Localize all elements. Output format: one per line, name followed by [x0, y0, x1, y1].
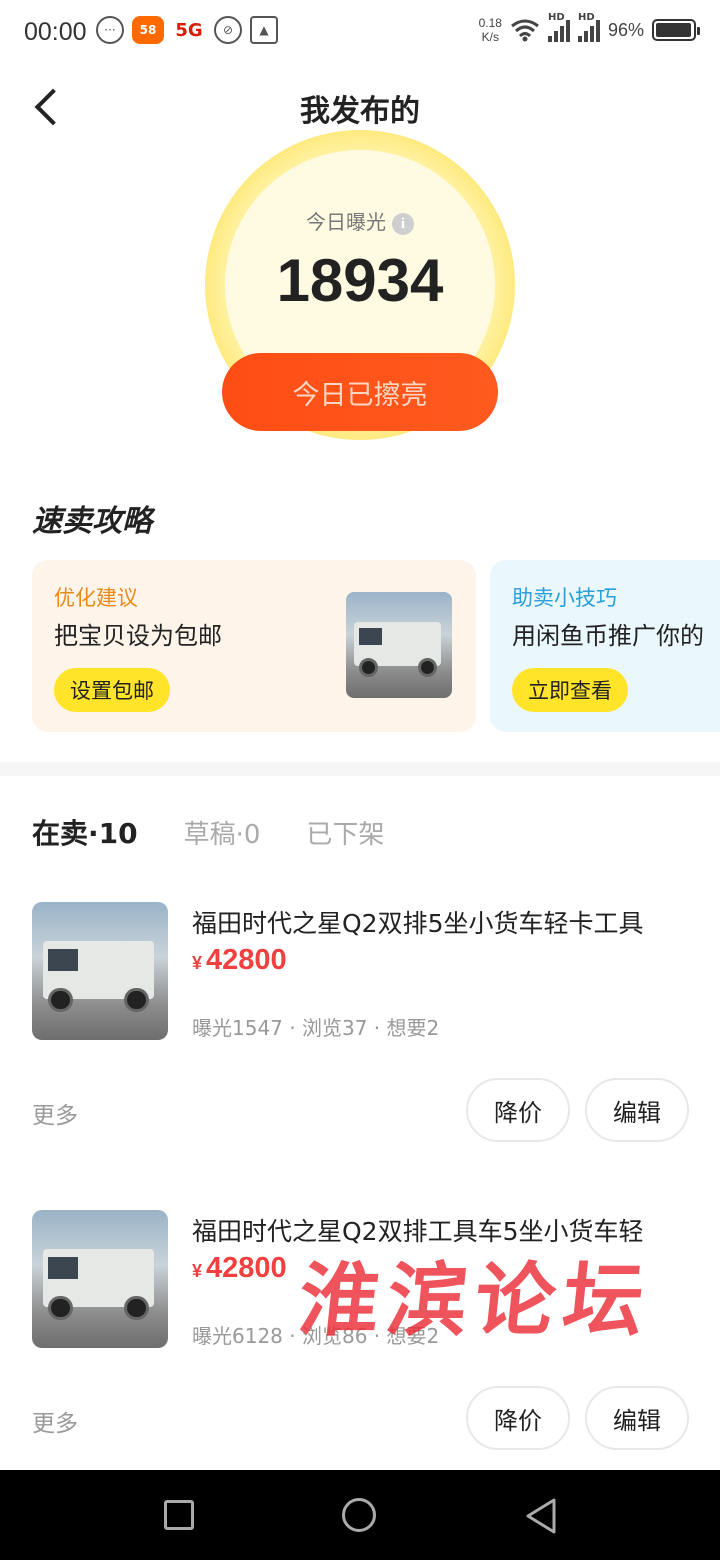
reduce-price-button[interactable]: 降价: [466, 1386, 570, 1450]
recent-apps-icon[interactable]: [164, 1500, 194, 1530]
section-divider: [0, 762, 720, 776]
network-speed: 0.18 K/s: [478, 16, 502, 44]
status-right: 0.18 K/s HD HD 96%: [478, 12, 700, 44]
hd-label-2: HD: [577, 12, 595, 23]
pin-icon: ⊘: [214, 16, 242, 44]
tab-on-sale[interactable]: 在卖·10: [32, 812, 138, 852]
wifi-icon: [511, 19, 539, 42]
page-title: 我发布的: [300, 94, 420, 129]
tip-thumbnail: [346, 592, 452, 698]
hd-label-1: HD: [547, 12, 565, 23]
more-link[interactable]: 更多: [32, 1404, 78, 1438]
exposure-value: 18934: [276, 247, 444, 314]
system-nav-bar: [0, 1470, 720, 1560]
tip-card-selling-tips[interactable]: 助卖小技巧 用闲鱼币推广你的 立即查看: [490, 560, 720, 732]
listing-item[interactable]: 福田时代之星Q2双排5坐小货车轻卡工具 ¥42800 曝光1547 · 浏览37…: [0, 902, 720, 1152]
forum-watermark: 淮滨论坛: [294, 1253, 657, 1347]
set-free-shipping-button[interactable]: 设置包邮: [54, 668, 170, 712]
tip-text: 用闲鱼币推广你的: [512, 622, 704, 650]
listing-price: ¥42800: [192, 1252, 287, 1284]
status-bar: 00:00 ··· 58 5G ⊘ ▲ 0.18 K/s HD HD 96%: [0, 0, 720, 66]
chat-bubble-icon: ···: [96, 16, 124, 44]
listing-thumbnail: [32, 1210, 168, 1348]
reduce-price-button[interactable]: 降价: [466, 1078, 570, 1142]
home-icon[interactable]: [342, 1498, 376, 1532]
info-icon[interactable]: i: [392, 212, 414, 235]
polish-button[interactable]: 今日已擦亮: [222, 353, 498, 431]
status-time: 00:00: [24, 18, 87, 46]
tip-text: 把宝贝设为包邮: [54, 622, 222, 650]
tip-tag: 优化建议: [54, 586, 138, 610]
tips-title: 速卖攻略: [32, 504, 152, 539]
app-58-icon: 58: [132, 16, 164, 44]
view-now-button[interactable]: 立即查看: [512, 668, 628, 712]
status-notification-icons: ··· 58 5G ⊘ ▲: [96, 16, 278, 44]
exposure-label-row: 今日曝光 i: [205, 206, 515, 235]
battery-icon: [652, 19, 700, 41]
battery-percent: 96%: [607, 19, 644, 40]
listing-title: 福田时代之星Q2双排5坐小货车轻卡工具: [192, 909, 644, 938]
listing-price: ¥42800: [192, 944, 287, 976]
tip-card-optimize[interactable]: 优化建议 把宝贝设为包邮 设置包邮: [32, 560, 476, 732]
more-link[interactable]: 更多: [32, 1096, 78, 1130]
listing-thumbnail: [32, 902, 168, 1040]
5g-icon: 5G: [175, 19, 203, 41]
listing-stats: 曝光1547 · 浏览37 · 想要2: [192, 1016, 440, 1040]
listing-tabs: 在卖·10 草稿·0 已下架: [32, 812, 384, 852]
edit-button[interactable]: 编辑: [585, 1386, 689, 1450]
edit-button[interactable]: 编辑: [585, 1078, 689, 1142]
tab-drafts[interactable]: 草稿·0: [184, 814, 261, 851]
exposure-label: 今日曝光: [306, 210, 386, 234]
image-icon: ▲: [250, 16, 278, 44]
tip-tag: 助卖小技巧: [512, 586, 617, 610]
tab-removed[interactable]: 已下架: [306, 814, 384, 851]
